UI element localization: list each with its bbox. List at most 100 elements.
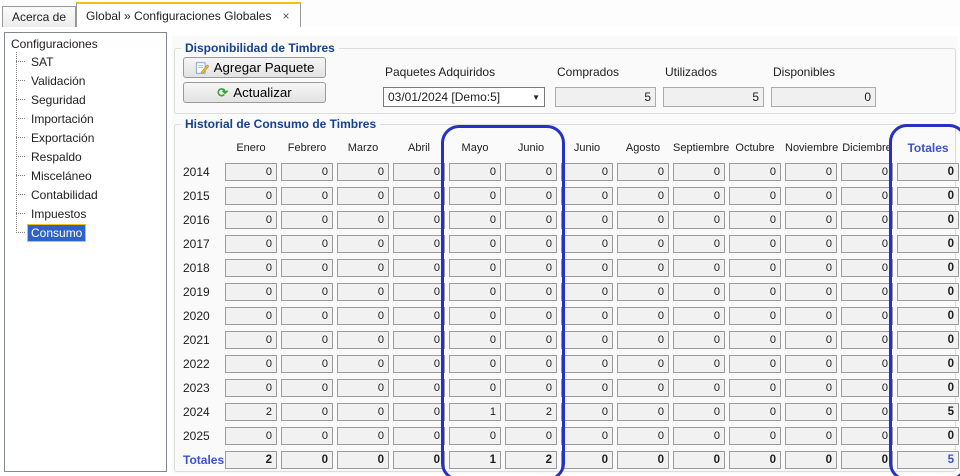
cell-2024-abril-3: 0 [393,403,445,421]
refresh-icon: ⟳ [217,85,229,100]
cell-2018-junio-5: 0 [505,259,557,277]
sidebar-item-label: Exportación [31,130,95,145]
cell-2014-junio-5: 0 [505,163,557,181]
sidebar-item-respaldo[interactable]: Respaldo [16,147,164,166]
packages-acquired-select[interactable]: 03/01/2024 [Demo:5] ▼ [383,87,545,107]
cell-2019-enero-0: 0 [225,283,277,301]
cell-2017-abril-3: 0 [393,235,445,253]
cell-2016-mayo-4: 0 [449,211,501,229]
row-label-2017: 2017 [183,237,210,251]
row-label-2025: 2025 [183,429,210,443]
cell-2014-septiembre-8: 0 [673,163,725,181]
row-label-2020: 2020 [183,309,210,323]
cell-2020-junio-6: 0 [561,307,613,325]
cell-2023-junio-5: 0 [505,379,557,397]
cell-totales-marzo-2: 0 [337,451,389,469]
col-header-marzo-2: Marzo [347,142,379,154]
history-group-title: Historial de Consumo de Timbres [181,117,381,131]
cell-2018-enero-0: 0 [225,259,277,277]
tree-connector [16,232,25,233]
cell-2016-febrero-1: 0 [281,211,333,229]
col-header-junio-5: Junio [517,142,545,154]
cell-2024-octubre-9: 0 [729,403,781,421]
cell-2017-octubre-9: 0 [729,235,781,253]
cell-2021-agosto-7: 0 [617,331,669,349]
cell-2020-abril-3: 0 [393,307,445,325]
col-header-agosto-7: Agosto [625,142,661,154]
cell-2021-junio-6: 0 [561,331,613,349]
cell-2014-diciembre-11: 0 [841,163,893,181]
cell-2022-junio-6: 0 [561,355,613,373]
availability-group-title: Disponibilidad de Timbres [181,41,339,55]
cell-2021-mayo-4: 0 [449,331,501,349]
comprados-label: Comprados [557,65,620,79]
refresh-button[interactable]: ⟳ Actualizar [183,82,326,103]
cell-2023-diciembre-11: 0 [841,379,893,397]
sidebar-root-configuraciones[interactable]: Configuraciones [9,36,164,52]
col-header-enero-0: Enero [236,142,266,154]
sidebar-item-seguridad[interactable]: Seguridad [16,90,164,109]
cell-2017-junio-6: 0 [561,235,613,253]
cell-2025-enero-0: 0 [225,427,277,445]
row-label-2019: 2019 [183,285,210,299]
row-label-2022: 2022 [183,357,210,371]
row-label-2023: 2023 [183,381,210,395]
cell-2014-marzo-2: 0 [337,163,389,181]
sidebar-item-miscela-neo[interactable]: Misceláneo [16,166,164,185]
row-label-totales: Totales [183,453,225,467]
close-icon[interactable]: × [281,10,290,22]
cell-2022-septiembre-8: 0 [673,355,725,373]
cell-2024-agosto-7: 0 [617,403,669,421]
cell-2015-total: 0 [897,187,959,205]
cell-2021-febrero-1: 0 [281,331,333,349]
cell-2022-junio-5: 0 [505,355,557,373]
sidebar-item-label: Impuestos [31,206,87,221]
cell-2019-mayo-4: 0 [449,283,501,301]
cell-2024-total: 5 [897,403,959,421]
packages-acquired-label: Paquetes Adquiridos [385,65,496,79]
sidebar-item-sat[interactable]: SAT [16,52,164,71]
sidebar-item-impuestos[interactable]: Impuestos [16,204,164,223]
cell-2016-noviembre-10: 0 [785,211,837,229]
row-label-2021: 2021 [183,333,210,347]
cell-2022-noviembre-10: 0 [785,355,837,373]
sidebar-item-label: Seguridad [31,92,86,107]
sidebar-item-validacio-n[interactable]: Validación [16,71,164,90]
cell-2015-abril-3: 0 [393,187,445,205]
cell-totales-septiembre-8: 0 [673,451,725,469]
sidebar-item-contabilidad[interactable]: Contabilidad [16,185,164,204]
sidebar-item-importacio-n[interactable]: Importación [16,109,164,128]
cell-2015-octubre-9: 0 [729,187,781,205]
cell-2020-noviembre-10: 0 [785,307,837,325]
cell-2018-mayo-4: 0 [449,259,501,277]
tab-label: Global » Configuraciones Globales [86,8,272,23]
cell-2018-junio-6: 0 [561,259,613,277]
cell-2020-mayo-4: 0 [449,307,501,325]
cell-2014-febrero-1: 0 [281,163,333,181]
cell-2024-mayo-4: 1 [449,403,501,421]
cell-2021-enero-0: 0 [225,331,277,349]
cell-2025-noviembre-10: 0 [785,427,837,445]
sidebar-item-exportacio-n[interactable]: Exportación [16,128,164,147]
cell-2017-mayo-4: 0 [449,235,501,253]
cell-2016-marzo-2: 0 [337,211,389,229]
sidebar-item-consumo[interactable]: Consumo [16,223,164,242]
cell-2021-noviembre-10: 0 [785,331,837,349]
tab-acerca-de[interactable]: Acerca de [2,6,77,27]
cell-totales-enero-0: 2 [225,451,277,469]
col-header-febrero-1: Febrero [287,142,327,154]
cell-2021-total: 0 [897,331,959,349]
cell-2017-diciembre-11: 0 [841,235,893,253]
cell-2024-junio-6: 0 [561,403,613,421]
cell-2023-marzo-2: 0 [337,379,389,397]
cell-2015-marzo-2: 0 [337,187,389,205]
add-package-button[interactable]: Agregar Paquete [183,57,326,78]
cell-2023-febrero-1: 0 [281,379,333,397]
cell-2018-noviembre-10: 0 [785,259,837,277]
cell-2014-agosto-7: 0 [617,163,669,181]
dropdown-arrow-icon: ▼ [532,92,540,102]
cell-2024-septiembre-8: 0 [673,403,725,421]
col-header-totales: Totales [907,141,949,155]
tab-configuraciones-globales[interactable]: Global » Configuraciones Globales × [76,2,301,27]
cell-2016-abril-3: 0 [393,211,445,229]
